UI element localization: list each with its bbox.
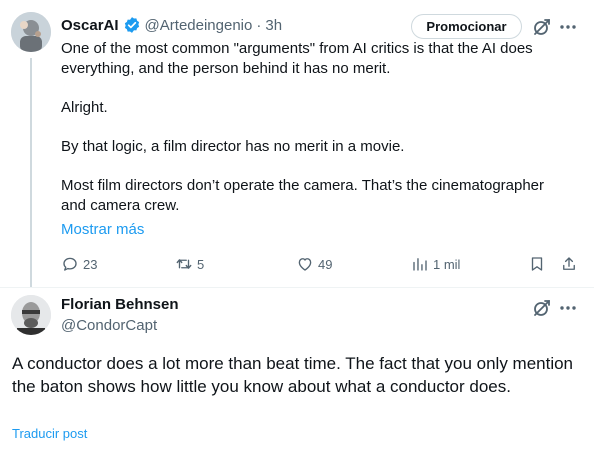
show-more-link[interactable]: Mostrar más [61,221,144,238]
separator-dot: · [256,16,262,34]
avatar[interactable] [11,295,51,335]
translate-link[interactable]: Traducir post [12,426,87,441]
repost-count: 5 [197,256,205,272]
like-count: 49 [318,256,333,272]
more-icon[interactable] [558,298,578,318]
timestamp[interactable]: 3h [265,17,282,34]
like-icon [296,255,314,273]
tweet-main[interactable]: OscarAI @Artedeingenio · 3h Promocionar … [0,0,594,288]
grok-icon[interactable] [532,17,552,37]
reply-count: 23 [83,256,98,272]
views-count: 1 mil [433,256,461,272]
promote-button[interactable]: Promocionar [411,14,522,39]
tweet-paragraph: Most film directors don’t operate the ca… [61,177,545,214]
reply-button[interactable]: 23 [61,254,97,274]
like-button[interactable]: 49 [296,254,332,274]
more-icon[interactable] [558,17,578,37]
tweet-paragraph: By that logic, a film director has no me… [61,138,405,155]
author-name[interactable]: Florian Behnsen [61,296,179,313]
grok-icon[interactable] [532,298,552,318]
author-handle[interactable]: @Artedeingenio [145,17,253,34]
author-name[interactable]: OscarAI [61,17,119,34]
tweet-header: OscarAI @Artedeingenio · 3h [61,14,282,36]
reply-text: A conductor does a lot more than beat ti… [12,354,574,396]
avatar[interactable] [11,12,51,52]
reply-icon [61,255,79,273]
divider [0,287,594,288]
bookmark-icon[interactable] [528,254,546,274]
views-icon [411,255,429,273]
author-handle[interactable]: @CondorCapt [61,317,157,334]
tweet-paragraph: One of the most common "arguments" from … [61,40,533,77]
repost-icon [175,255,193,273]
repost-button[interactable]: 5 [175,254,204,274]
tweet-paragraph: Alright. [61,99,108,116]
thread-line [30,58,32,288]
tweet-text: One of the most common "arguments" from … [61,39,571,216]
share-icon[interactable] [560,254,578,274]
verified-badge-icon [123,16,141,34]
views-button[interactable]: 1 mil [411,254,460,274]
